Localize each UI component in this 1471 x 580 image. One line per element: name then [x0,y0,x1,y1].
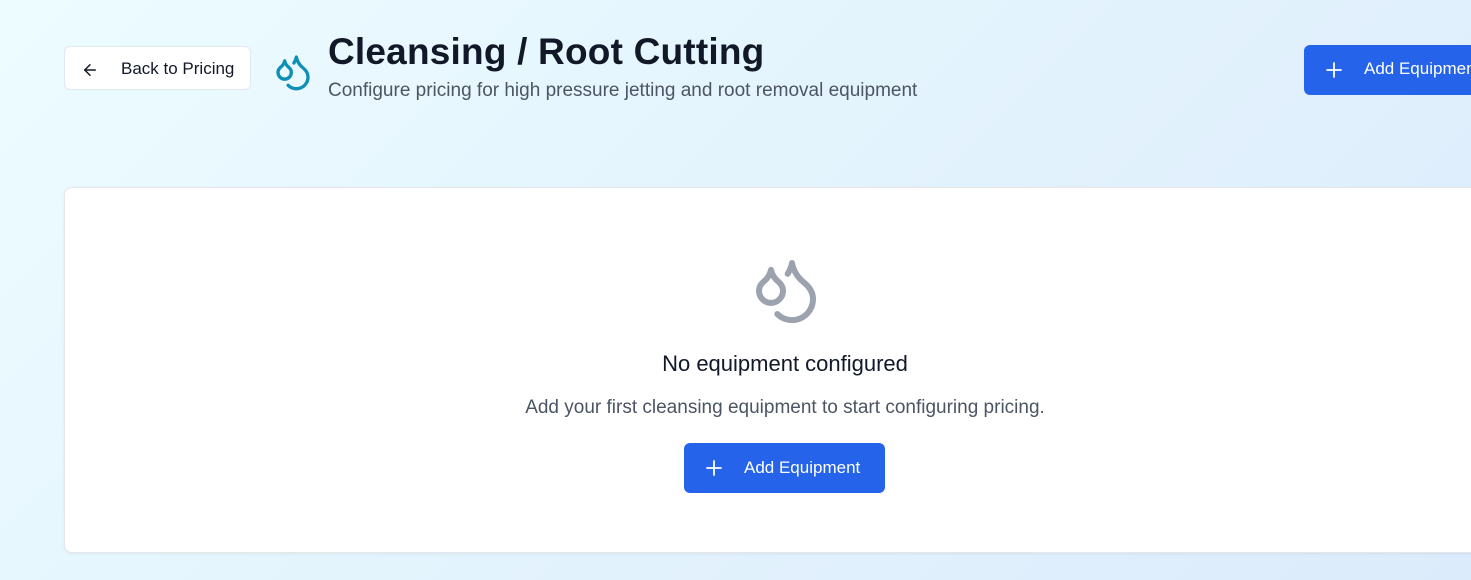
plus-icon [1326,62,1342,78]
empty-state-description: Add your first cleansing equipment to st… [525,397,1045,418]
back-button-label: Back to Pricing [121,59,235,78]
add-equipment-button[interactable]: Add Equipment [1304,45,1471,95]
empty-state-title: No equipment configured [662,351,908,376]
equipment-card: No equipment configured Add your first c… [64,187,1471,553]
droplets-icon [276,55,310,91]
add-equipment-empty-button[interactable]: Add Equipment [684,443,885,493]
page-subtitle: Configure pricing for high pressure jett… [328,80,918,101]
add-equipment-label: Add Equipment [1364,59,1471,78]
add-equipment-empty-label: Add Equipment [744,458,861,477]
droplets-icon [756,260,817,324]
arrow-left-icon [84,64,96,76]
plus-icon [706,460,722,476]
back-to-pricing-button[interactable]: Back to Pricing [64,46,251,90]
page-title: Cleansing / Root Cutting [328,31,765,72]
